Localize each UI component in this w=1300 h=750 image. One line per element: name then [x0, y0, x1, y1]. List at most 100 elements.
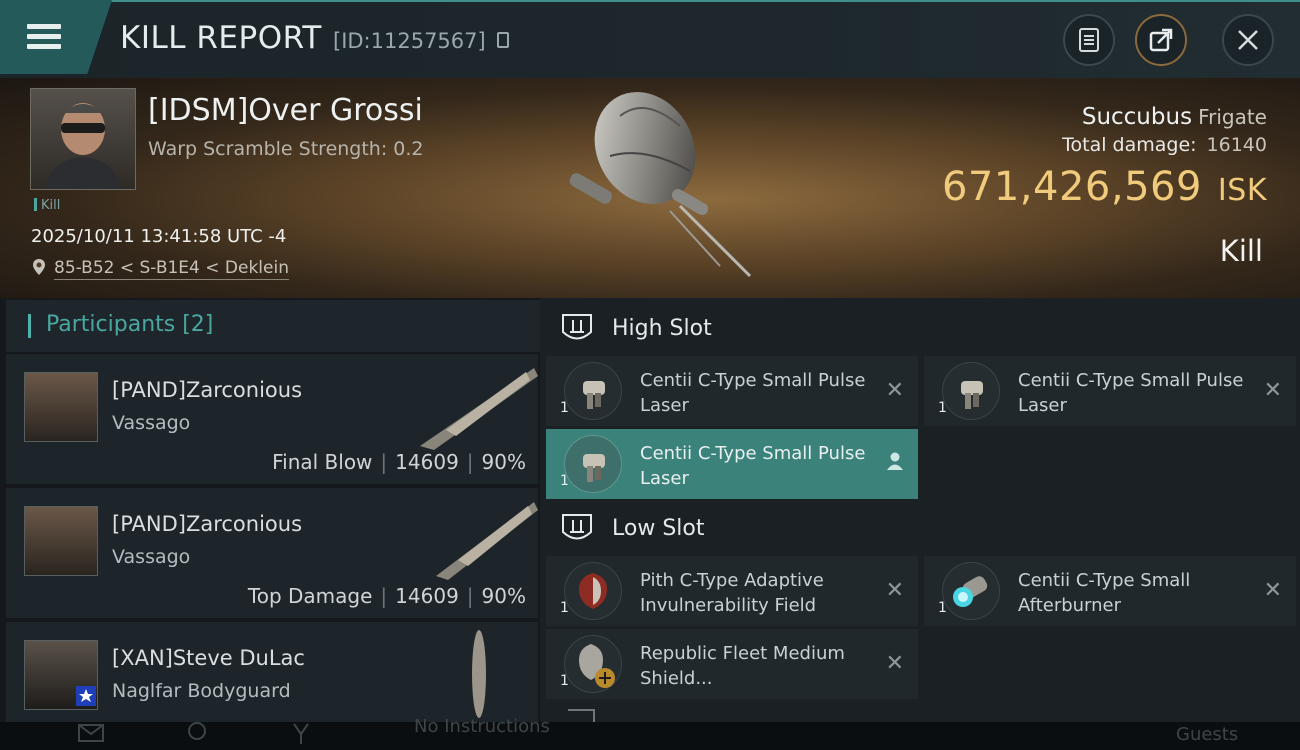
pulse-laser-icon — [564, 435, 622, 493]
page-title: KILL REPORT — [120, 20, 322, 56]
fitting-item-selected[interactable]: 1 Centii C-Type Small Pulse Laser — [546, 429, 918, 499]
pilot-avatar — [45, 103, 121, 189]
location-pin-icon — [33, 259, 45, 275]
instructions-text: No Instructions — [414, 716, 550, 737]
participant-percent: 90% — [481, 450, 526, 474]
high-slot-icon — [562, 314, 592, 340]
high-slot-label: High Slot — [612, 316, 712, 341]
ship-class: Frigate — [1198, 105, 1267, 129]
destroyed-x-icon: ✕ — [885, 578, 904, 603]
participant-ship: Vassago — [112, 546, 191, 568]
fitting-item[interactable]: 1 Pith C-Type Adaptive Invulnerability F… — [546, 556, 918, 626]
isk-value: 671,426,569 ISK — [942, 164, 1267, 210]
hamburger-icon — [27, 44, 61, 49]
item-name: Republic Fleet Medium Shield... — [640, 643, 845, 689]
item-quantity: 1 — [938, 400, 947, 416]
total-damage-label: Total damage: — [1062, 134, 1197, 156]
total-damage: Total damage: 16140 — [1062, 134, 1267, 156]
close-button[interactable] — [1222, 14, 1274, 66]
low-slot-label: Low Slot — [612, 516, 705, 541]
participant-stats: Final Blow | 14609 | 90% — [272, 450, 526, 474]
item-name: Pith C-Type Adaptive Invulnerability Fie… — [640, 570, 824, 616]
participant-role: Final Blow — [272, 450, 373, 474]
victim-ship-image — [569, 92, 752, 278]
fitting-item[interactable]: 1 Republic Fleet Medium Shield... ✕ — [546, 629, 918, 699]
guests-text[interactable]: Guests — [1176, 724, 1238, 745]
notes-button[interactable] — [1063, 14, 1115, 66]
afterburner-icon — [942, 562, 1000, 620]
pulse-laser-icon — [564, 362, 622, 420]
bottom-nav: No Instructions Guests — [0, 716, 1300, 750]
location-link[interactable]: 85-B52 < S-B1E4 < Deklein — [54, 258, 289, 280]
total-damage-value: 16140 — [1206, 134, 1267, 156]
participant-row[interactable]: [XAN]Steve DuLac Naglfar Bodyguard — [6, 622, 538, 722]
participant-ship-image — [472, 630, 486, 718]
accent-bar — [28, 314, 31, 338]
participant-row[interactable]: [PAND]Zarconious Vassago Final Blow | 1460… — [6, 354, 538, 484]
star-badge-icon — [76, 686, 96, 706]
participant-row[interactable]: [PAND]Zarconious Vassago Top Damage | 1460… — [6, 488, 538, 618]
item-quantity: 1 — [560, 600, 569, 616]
result-label: Kill — [1219, 234, 1263, 268]
participant-avatar — [24, 372, 98, 442]
item-quantity: 1 — [560, 473, 569, 489]
low-slot-header: Low Slot — [540, 500, 1300, 558]
fitting-item[interactable]: 1 Centii C-Type Small Pulse Laser ✕ — [924, 356, 1296, 426]
ship-name: Succubus — [1081, 104, 1193, 130]
victim-portrait[interactable] — [30, 88, 136, 190]
participant-avatar — [24, 506, 98, 576]
victim-ship[interactable]: Succubus Frigate — [1082, 104, 1267, 130]
destroyed-x-icon: ✕ — [885, 651, 904, 676]
fitting-panel: High Slot 1 Centii C-Type Small Pulse La… — [540, 298, 1300, 728]
item-name: Centii C-Type Small Pulse Laser — [640, 443, 866, 489]
notes-icon — [1079, 28, 1099, 52]
destroyed-x-icon: ✕ — [1263, 578, 1282, 603]
pulse-laser-icon — [942, 362, 1000, 420]
participant-ship-image — [436, 502, 538, 580]
share-button[interactable] — [1135, 14, 1187, 66]
participants-panel: Participants [2] [PAND]Zarconious Vassag… — [0, 298, 540, 728]
isk-amount: 671,426,569 — [941, 164, 1202, 210]
item-quantity: 1 — [938, 600, 947, 616]
participants-header[interactable]: Participants [2] — [6, 300, 540, 352]
participant-name: [PAND]Zarconious — [112, 378, 303, 402]
warp-scramble-strength: Warp Scramble Strength: 0.2 — [148, 138, 424, 160]
person-icon — [887, 452, 903, 470]
participants-title: Participants [2] — [46, 312, 214, 337]
high-slot-header: High Slot — [540, 300, 1300, 358]
participant-role: Top Damage — [247, 584, 373, 608]
participant-percent: 90% — [481, 584, 526, 608]
hamburger-icon — [27, 24, 61, 29]
hamburger-icon — [27, 34, 61, 39]
participant-stats: Top Damage | 14609 | 90% — [247, 584, 526, 608]
participant-ship-image — [420, 368, 538, 450]
shield-field-icon — [564, 562, 622, 620]
report-id: [ID:11257567] — [333, 29, 486, 53]
item-quantity: 1 — [560, 400, 569, 416]
mail-icon[interactable] — [78, 724, 104, 742]
close-icon — [1238, 30, 1258, 50]
victim-banner: [IDSM]Over Grossi Warp Scramble Strength… — [0, 78, 1300, 298]
kill-datetime: 2025/10/11 13:41:58 UTC -4 — [31, 226, 287, 247]
fitting-item[interactable]: 1 Centii C-Type Small Pulse Laser ✕ — [546, 356, 918, 426]
skull-icon[interactable] — [186, 722, 208, 744]
participant-damage: 14609 — [395, 584, 459, 608]
low-slot-icon — [562, 514, 592, 540]
item-name: Centii C-Type Small Afterburner — [1018, 570, 1191, 616]
participant-ship: Naglfar Bodyguard — [112, 680, 291, 702]
participant-ship: Vassago — [112, 412, 191, 434]
participant-damage: 14609 — [395, 450, 459, 474]
victim-name[interactable]: [IDSM]Over Grossi — [148, 93, 423, 128]
kill-tag: Kill — [34, 198, 60, 213]
destroyed-x-icon: ✕ — [885, 378, 904, 403]
fitting-item[interactable]: 1 Centii C-Type Small Afterburner ✕ — [924, 556, 1296, 626]
isk-unit: ISK — [1217, 173, 1267, 208]
copy-icon[interactable] — [497, 32, 509, 48]
item-name: Centii C-Type Small Pulse Laser — [1018, 370, 1244, 416]
share-icon — [1149, 28, 1173, 52]
participant-name: [PAND]Zarconious — [112, 512, 303, 536]
fleet-icon[interactable] — [290, 722, 312, 744]
item-name: Centii C-Type Small Pulse Laser — [640, 370, 866, 416]
item-quantity: 1 — [560, 673, 569, 689]
shield-extender-icon — [564, 635, 622, 693]
